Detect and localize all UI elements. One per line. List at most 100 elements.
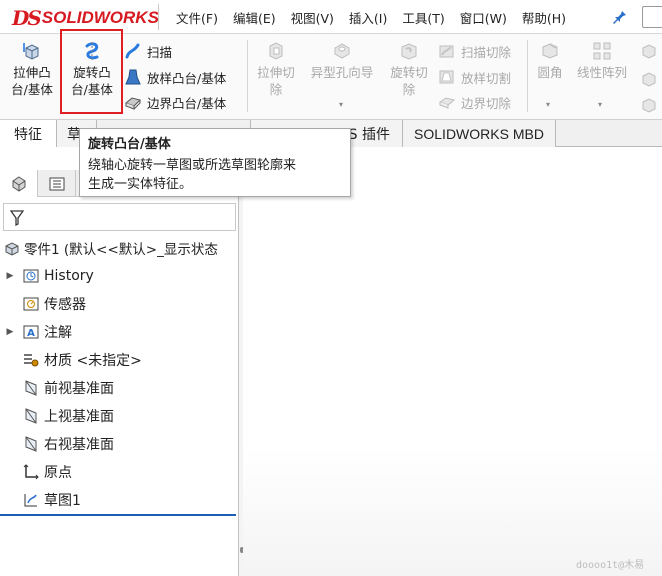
tree-annotations[interactable]: ▶ A 注解: [4, 319, 242, 345]
linear-pattern-dropdown-caret[interactable]: ▾: [598, 100, 602, 109]
logo-text: SOLIDWORKS: [41, 8, 159, 27]
logo-separator: [158, 4, 159, 30]
sweep-cut-label: 扫描切除: [461, 44, 512, 60]
annotation-icon: A: [23, 325, 39, 339]
extrude-boss-label-2: 台/基体: [11, 82, 53, 97]
sweep-cut-icon: [439, 45, 454, 58]
fillet-dropdown-caret[interactable]: ▾: [546, 100, 550, 109]
origin-icon: [23, 464, 39, 480]
menu-help[interactable]: 帮助(H): [522, 8, 566, 27]
draft-icon[interactable]: [640, 70, 658, 88]
sketch1-label: 草图1: [44, 493, 81, 509]
pin-icon[interactable]: [612, 9, 628, 25]
menu-edit[interactable]: 编辑(E): [233, 8, 276, 27]
history-label: History: [44, 268, 94, 284]
tree-front-plane[interactable]: 前视基准面: [22, 375, 260, 401]
extrude-cut-label-1: 拉伸切: [257, 65, 295, 80]
fillet-icon: [542, 43, 558, 59]
tree-filter-box[interactable]: [3, 203, 236, 231]
tree-origin[interactable]: 原点: [22, 459, 260, 485]
hole-wizard-label: 异型孔向导: [310, 65, 374, 80]
linear-pattern-label: 线性阵列: [576, 65, 627, 80]
tree-right-plane[interactable]: 右视基准面: [22, 431, 260, 457]
logo-ds-mark: DS: [12, 6, 42, 30]
revolve-cut-icon: [401, 43, 417, 60]
sweep-cut-button[interactable]: 扫描切除: [438, 41, 511, 61]
expand-arrow-icon[interactable]: ▶: [4, 271, 16, 281]
hole-wizard-dropdown-caret[interactable]: ▾: [339, 100, 343, 109]
hole-wizard-icon: [334, 43, 350, 59]
plane-icon: [25, 380, 37, 396]
sensor-icon: [23, 297, 39, 311]
loft-cut-button[interactable]: 放样切割: [438, 67, 511, 87]
history-icon: [23, 269, 39, 283]
hole-wizard-button[interactable]: 异型孔向导: [305, 40, 379, 81]
loft-icon: [125, 69, 141, 85]
menu-tools[interactable]: 工具(T): [402, 8, 444, 27]
watermark-text: doooo1t@木易: [576, 560, 645, 571]
revolve-cut-label-1: 旋转切: [390, 65, 428, 80]
sweep-button[interactable]: 扫描: [124, 41, 172, 61]
boundary-label: 边界凸台/基体: [147, 95, 227, 111]
fillet-button[interactable]: 圆角: [532, 40, 568, 81]
part-icon: [5, 242, 19, 256]
extrude-cut-label-2: 除: [269, 82, 283, 97]
tree-material[interactable]: 材质 <未指定>: [22, 347, 260, 373]
extrude-boss-icon: [23, 43, 39, 60]
tree-sketch1[interactable]: 草图1: [22, 487, 260, 513]
tab-property-manager[interactable]: [38, 170, 76, 197]
material-icon: [24, 354, 39, 367]
tab-solidworks-mbd[interactable]: SOLIDWORKS MBD: [403, 120, 556, 147]
boundary-icon: [125, 97, 141, 110]
tab-plugins-label: S 插件: [348, 126, 390, 143]
extrude-cut-icon: [269, 42, 283, 60]
menu-view[interactable]: 视图(V): [291, 8, 334, 27]
part-label: 零件1 (默认<<默认>_显示状态: [24, 242, 218, 258]
graphics-area[interactable]: [243, 147, 662, 576]
loft-cut-icon: [439, 70, 454, 84]
front-plane-label: 前视基准面: [44, 381, 114, 397]
expand-arrow-icon[interactable]: ▶: [4, 327, 16, 337]
linear-pattern-button[interactable]: 线性阵列: [572, 40, 632, 81]
extrude-boss-label-1: 拉伸凸: [13, 65, 51, 80]
tab-features[interactable]: 特征: [0, 120, 57, 147]
shell-icon[interactable]: [640, 96, 658, 114]
right-plane-label: 右视基准面: [44, 437, 114, 453]
menu-bar: 文件(F) 编辑(E) 视图(V) 插入(I) 工具(T) 窗口(W) 帮助(H…: [176, 0, 581, 34]
tree-history[interactable]: ▶ History: [4, 263, 242, 289]
boundary-cut-button[interactable]: 边界切除: [438, 92, 511, 112]
fillet-label: 圆角: [537, 65, 563, 80]
extrude-cut-button[interactable]: 拉伸切 除: [250, 40, 302, 98]
top-plane-label: 上视基准面: [44, 409, 114, 425]
boundary-cut-icon: [438, 97, 456, 109]
revolve-boss-tooltip: 旋转凸台/基体 绕轴心旋转一草图或所选草图轮廓来 生成一实体特征。: [79, 128, 351, 197]
rib-icon[interactable]: [640, 42, 658, 60]
tab-feature-manager[interactable]: [0, 170, 38, 197]
sweep-label: 扫描: [147, 44, 173, 60]
tab-features-label: 特征: [14, 126, 42, 143]
extrude-boss-button[interactable]: 拉伸凸 台/基体: [6, 40, 58, 98]
tree-sensors[interactable]: 传感器: [22, 291, 260, 317]
menu-insert[interactable]: 插入(I): [349, 8, 387, 27]
tooltip-title: 旋转凸台/基体: [88, 137, 171, 152]
tree-part[interactable]: 零件1 (默认<<默认>_显示状态: [2, 235, 240, 261]
solidworks-logo[interactable]: DS SOLIDWORKS: [12, 6, 159, 30]
ribbon-separator-1: [247, 40, 248, 112]
material-label: 材质 <未指定>: [44, 353, 142, 369]
svg-text:A: A: [27, 328, 35, 339]
menu-file[interactable]: 文件(F): [176, 8, 218, 27]
boundary-boss-button[interactable]: 边界凸台/基体: [124, 92, 226, 112]
feature-manager-icon: [12, 175, 25, 192]
origin-label: 原点: [44, 465, 72, 481]
loft-cut-label: 放样切割: [461, 70, 512, 86]
window-control-button[interactable]: [642, 6, 662, 28]
menu-window[interactable]: 窗口(W): [460, 8, 507, 27]
revolve-cut-button[interactable]: 旋转切 除: [383, 40, 435, 98]
rollback-bar[interactable]: [0, 514, 236, 516]
tree-top-plane[interactable]: 上视基准面: [22, 403, 260, 429]
loft-boss-button[interactable]: 放样凸台/基体: [124, 67, 226, 87]
sketch-icon: [24, 494, 37, 507]
plane-icon: [25, 408, 37, 424]
tab-mbd-label: SOLIDWORKS MBD: [414, 125, 544, 142]
sweep-icon: [125, 43, 140, 59]
